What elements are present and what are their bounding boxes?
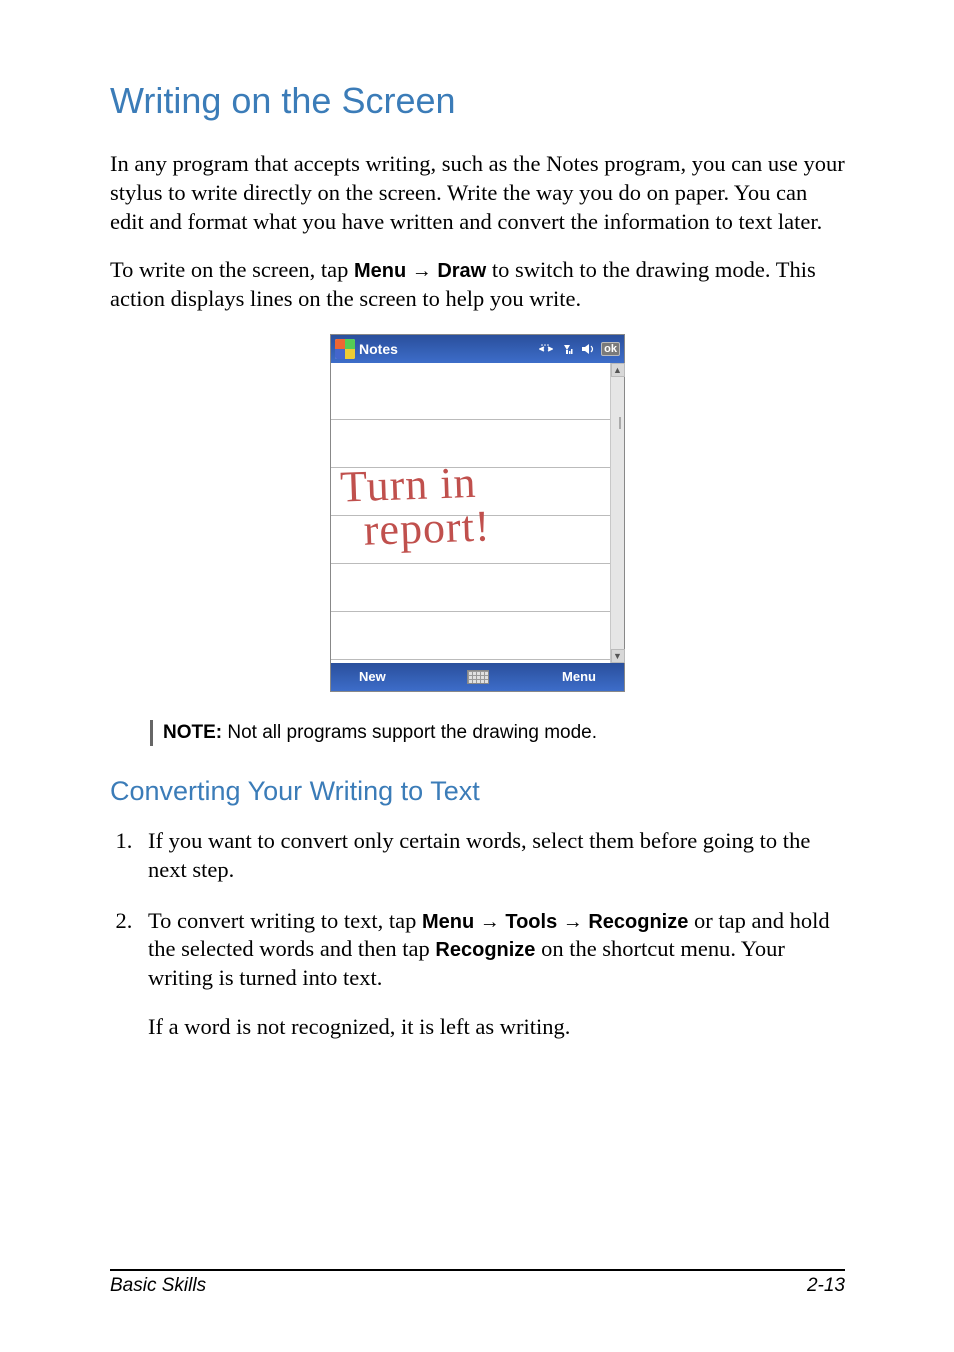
arrow-icon: → bbox=[474, 911, 505, 933]
step-2: To convert writing to text, tap Menu → T… bbox=[138, 907, 845, 1042]
menu-label: Menu bbox=[354, 260, 406, 282]
footer-rule bbox=[110, 1269, 845, 1271]
writing-canvas[interactable]: Turn in report! ▲ ▼ bbox=[331, 363, 624, 663]
app-title: Notes bbox=[359, 341, 398, 357]
signal-icon[interactable] bbox=[559, 341, 575, 357]
scroll-down-button[interactable]: ▼ bbox=[611, 649, 625, 663]
arrow-icon: → bbox=[406, 260, 437, 282]
s2-menu: Menu bbox=[422, 911, 474, 933]
note-label: NOTE: bbox=[163, 722, 222, 743]
step-2-text: To convert writing to text, tap Menu → T… bbox=[148, 907, 845, 993]
section-heading: Writing on the Screen bbox=[110, 80, 845, 122]
step-2-para-2: If a word is not recognized, it is left … bbox=[148, 1013, 845, 1042]
s2-tools: Tools bbox=[505, 911, 557, 933]
app-title-bar: Notes ok bbox=[331, 335, 624, 363]
subsection-heading: Converting Your Writing to Text bbox=[110, 776, 845, 807]
intro-paragraph: In any program that accepts writing, suc… bbox=[110, 150, 845, 236]
draw-label: Draw bbox=[437, 260, 486, 282]
step-1-text: If you want to convert only certain word… bbox=[148, 827, 845, 885]
scroll-thumb[interactable] bbox=[619, 417, 621, 429]
scroll-up-button[interactable]: ▲ bbox=[611, 363, 625, 377]
s2-recognize-2: Recognize bbox=[435, 939, 535, 961]
volume-icon[interactable] bbox=[580, 341, 596, 357]
step-1: If you want to convert only certain word… bbox=[138, 827, 845, 885]
notes-app-screenshot: Notes ok bbox=[330, 334, 625, 692]
handwritten-text: Turn in report! bbox=[340, 460, 492, 553]
page-footer: Basic Skills 2-13 bbox=[110, 1269, 845, 1297]
footer-page-number: 2-13 bbox=[807, 1275, 845, 1297]
footer-section-name: Basic Skills bbox=[110, 1275, 206, 1297]
new-button[interactable]: New bbox=[359, 669, 386, 684]
arrow-icon: → bbox=[557, 911, 588, 933]
note-block: NOTE: Not all programs support the drawi… bbox=[150, 720, 845, 746]
s2-recognize: Recognize bbox=[588, 911, 688, 933]
para2-pre: To write on the screen, tap bbox=[110, 257, 354, 282]
handwriting-line-2: report! bbox=[363, 504, 491, 552]
scrollbar[interactable]: ▲ ▼ bbox=[610, 363, 624, 663]
menu-button[interactable]: Menu bbox=[562, 669, 596, 684]
app-bottom-bar: New Menu bbox=[331, 663, 624, 691]
start-icon[interactable] bbox=[335, 339, 355, 359]
steps-list: If you want to convert only certain word… bbox=[110, 827, 845, 1042]
connectivity-icon[interactable] bbox=[538, 341, 554, 357]
note-text: Not all programs support the drawing mod… bbox=[222, 722, 597, 743]
s2-pre: To convert writing to text, tap bbox=[148, 908, 422, 933]
keyboard-icon[interactable] bbox=[467, 670, 489, 684]
draw-mode-paragraph: To write on the screen, tap Menu → Draw … bbox=[110, 256, 845, 314]
ok-button[interactable]: ok bbox=[601, 342, 620, 356]
